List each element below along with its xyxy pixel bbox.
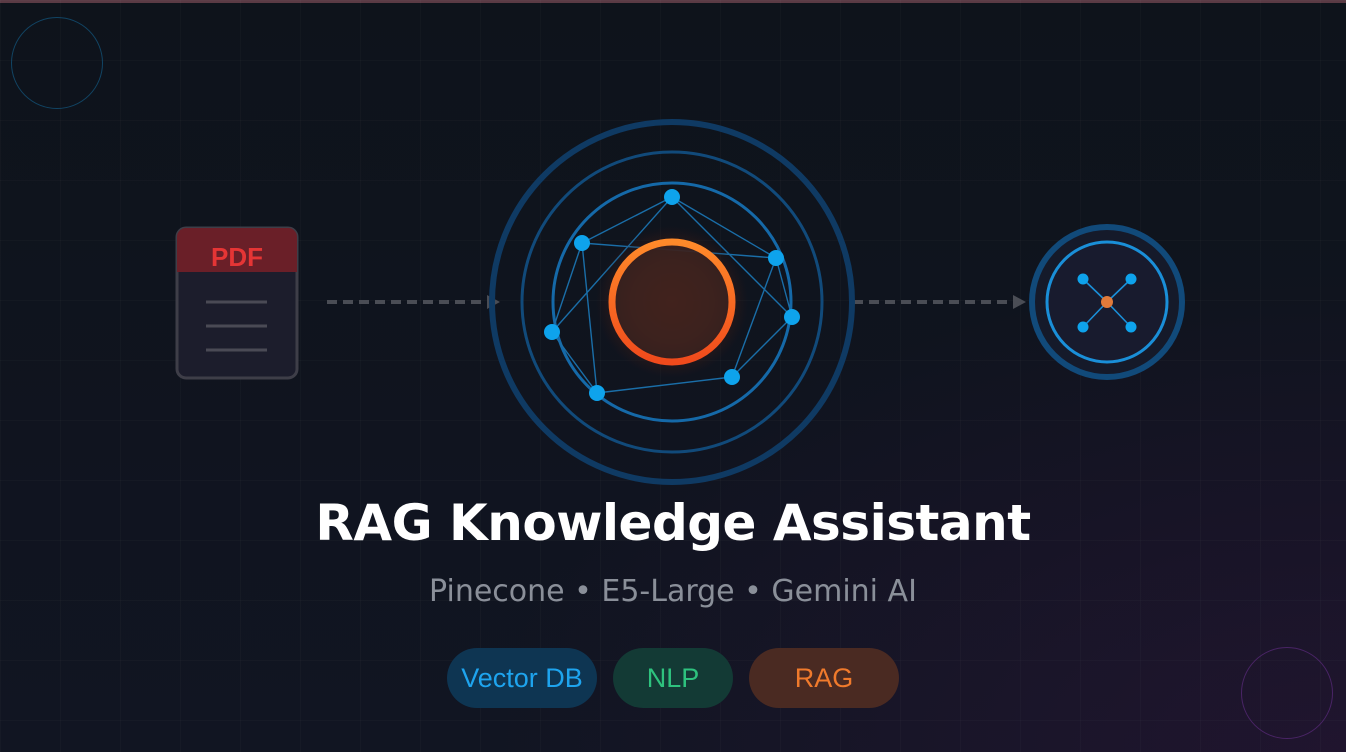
tag-vector-db: Vector DB bbox=[447, 648, 597, 708]
page-subtitle: Pinecone • E5-Large • Gemini AI bbox=[429, 574, 917, 609]
pipeline-illustration: PDF bbox=[175, 119, 1185, 485]
tag-nlp: NLP bbox=[613, 648, 733, 708]
tag-list: Vector DB NLP RAG bbox=[0, 648, 1346, 708]
arrow-center-to-right bbox=[853, 295, 1026, 309]
page-title: RAG Knowledge Assistant bbox=[315, 494, 1031, 552]
vector-network-icon bbox=[489, 119, 855, 485]
arrow-left-to-center bbox=[327, 295, 500, 309]
banner: PDF RAG Knowledge Assistant Pinecone • E… bbox=[0, 0, 1346, 752]
tag-rag: RAG bbox=[749, 648, 899, 708]
pdf-label: PDF bbox=[211, 242, 263, 272]
ai-node-icon bbox=[1029, 224, 1185, 380]
